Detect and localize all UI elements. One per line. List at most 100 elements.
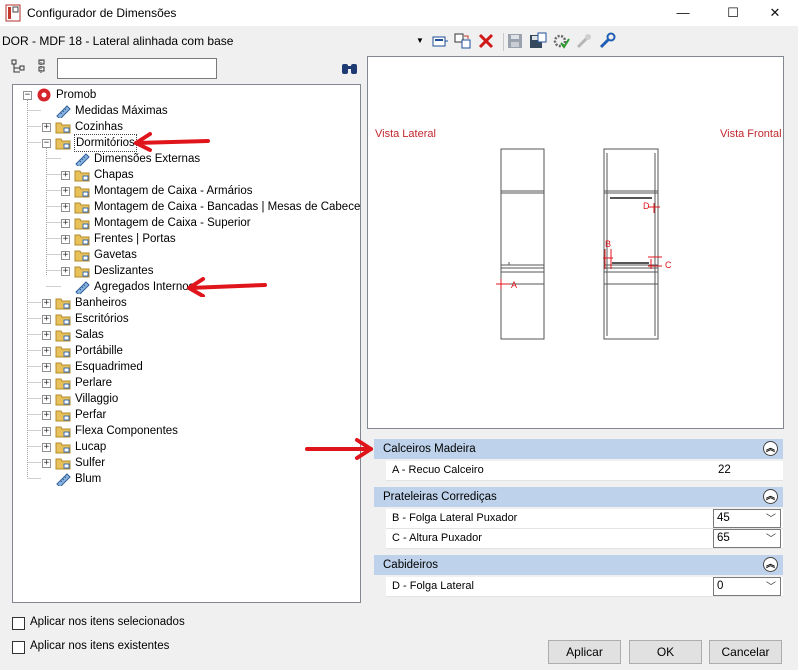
minimize-button[interactable]: — [660, 0, 706, 26]
copy-config-icon[interactable] [454, 32, 472, 50]
cabinet-drawing: A B C D [496, 148, 672, 340]
tree-item-label: Blum [75, 473, 102, 485]
front-view-cabinet [603, 148, 659, 340]
apply-config-icon[interactable] [431, 32, 449, 50]
tree-item-label: Montagem de Caixa - Superior [94, 217, 251, 229]
expand-all-icon[interactable] [11, 59, 25, 73]
chevron-down-icon[interactable]: ﹀ [766, 530, 776, 545]
cancel-button[interactable]: Cancelar [709, 640, 782, 664]
expand-icon[interactable]: + [42, 363, 51, 372]
tree-item-label: Perlare [75, 377, 113, 389]
collapse-all-icon[interactable] [38, 59, 45, 73]
prop-row-folga-lateral-puxador: B - Folga Lateral Puxador 45 ﹀ [386, 509, 783, 529]
expand-icon[interactable]: + [61, 267, 70, 276]
tree-item-label: Cozinhas [75, 121, 123, 133]
tree-item-label: Dormitórios [74, 134, 137, 152]
expand-icon[interactable]: + [42, 379, 51, 388]
tree-item-label: Portábille [75, 345, 123, 357]
tree-item-label: Promob [56, 89, 97, 101]
chevron-down-icon[interactable]: ▼ [416, 31, 424, 51]
annotation-arrow-dormitorios [134, 132, 210, 152]
marker-d: D [643, 201, 650, 211]
tree-item-label: Villaggio [75, 393, 119, 405]
expand-icon[interactable]: + [61, 251, 70, 260]
tree-item-label: Banheiros [75, 297, 127, 309]
expand-icon[interactable]: + [42, 347, 51, 356]
preview-panel: A B C D [367, 56, 784, 429]
collapse-up-icon[interactable]: ︽ [763, 441, 778, 456]
select-value: 45 [717, 512, 730, 524]
chevron-down-icon[interactable]: ﹀ [766, 578, 776, 593]
prop-name: D - Folga Lateral [392, 580, 474, 592]
apply-existing-checkbox[interactable] [12, 641, 25, 654]
save-icon[interactable] [506, 32, 524, 50]
folga-lateral-puxador-select[interactable]: 45 ﹀ [713, 509, 781, 528]
collapse-up-icon[interactable]: ︽ [763, 489, 778, 504]
expand-icon[interactable]: + [42, 427, 51, 436]
expand-icon[interactable]: + [42, 459, 51, 468]
side-view-label: Vista Lateral [375, 128, 436, 140]
collapse-up-icon[interactable]: ︽ [763, 557, 778, 572]
tree-item-label: Gavetas [94, 249, 137, 261]
tree-item-label: Deslizantes [94, 265, 154, 277]
app-icon [5, 4, 21, 22]
tree-item-label: Frentes | Portas [94, 233, 176, 245]
collapse-icon[interactable]: − [42, 139, 51, 148]
group-calceiros-header[interactable]: Calceiros Madeira ︽ [374, 439, 783, 459]
expand-icon[interactable]: + [42, 443, 51, 452]
toolbar-separator [503, 33, 504, 51]
settings-check-icon[interactable] [552, 32, 570, 50]
marker-a: A [511, 280, 517, 290]
front-view-label: Vista Frontal [720, 128, 782, 140]
toolbar: DOR - MDF 18 - Lateral alinhada com base… [0, 28, 798, 54]
prop-row-folga-lateral: D - Folga Lateral 0 ﹀ [386, 577, 783, 597]
chevron-down-icon[interactable]: ﹀ [766, 510, 776, 525]
close-button[interactable]: ✕ [752, 0, 798, 26]
tree-item-label: Esquadrimed [75, 361, 143, 373]
apply-selected-checkbox[interactable] [12, 617, 25, 630]
ok-button[interactable]: OK [629, 640, 702, 664]
binoculars-icon[interactable] [341, 60, 359, 76]
tree-item-label: Montagem de Caixa - Bancadas | Mesas de … [94, 201, 361, 213]
expand-icon[interactable]: + [42, 331, 51, 340]
expand-icon[interactable]: + [61, 171, 70, 180]
expand-icon[interactable]: + [61, 219, 70, 228]
maximize-button[interactable]: ☐ [710, 0, 756, 26]
save-as-icon[interactable] [529, 32, 547, 50]
tree-item-label: Montagem de Caixa - Armários [94, 185, 253, 197]
tree-item-label: Escritórios [75, 313, 129, 325]
category-tree[interactable]: − Promob Medidas Máximas + Cozinhas − Dormitór… [12, 84, 361, 603]
group-calceiros-title: Calceiros Madeira [383, 443, 476, 455]
group-prateleiras-header[interactable]: Prateleiras Corrediças ︽ [374, 487, 783, 507]
configuration-select[interactable]: DOR - MDF 18 - Lateral alinhada com base [2, 31, 428, 51]
collapse-icon[interactable]: − [23, 91, 32, 100]
apply-selected-label: Aplicar nos itens selecionados [30, 616, 185, 628]
tree-item-label: Dimensões Externas [94, 153, 201, 165]
wrench-icon[interactable] [598, 32, 616, 50]
tree-item-label: Medidas Máximas [75, 105, 168, 117]
expand-icon[interactable]: + [42, 411, 51, 420]
expand-icon[interactable]: + [61, 235, 70, 244]
altura-puxador-select[interactable]: 65 ﹀ [713, 529, 781, 548]
folga-lateral-select[interactable]: 0 ﹀ [713, 577, 781, 596]
tree-item-label: Salas [75, 329, 104, 341]
expand-icon[interactable]: + [42, 299, 51, 308]
tool-disabled-icon[interactable] [575, 32, 593, 50]
expand-icon[interactable]: + [42, 395, 51, 404]
delete-icon[interactable] [477, 32, 495, 50]
title-bar: Configurador de Dimensões — ☐ ✕ [0, 0, 798, 26]
prop-name: A - Recuo Calceiro [392, 464, 484, 476]
expand-icon[interactable]: + [61, 203, 70, 212]
expand-icon[interactable]: + [42, 315, 51, 324]
prop-name: C - Altura Puxador [392, 532, 482, 544]
recuo-calceiro-field[interactable]: 22 [718, 464, 731, 476]
group-prateleiras-title: Prateleiras Corrediças [383, 491, 497, 503]
tree-search-input[interactable] [57, 58, 217, 79]
group-cabideiros-header[interactable]: Cabideiros ︽ [374, 555, 783, 575]
select-value: 0 [717, 580, 724, 592]
select-value: 65 [717, 532, 730, 544]
expand-icon[interactable]: + [61, 187, 70, 196]
apply-button[interactable]: Aplicar [548, 640, 621, 664]
expand-icon[interactable]: + [42, 123, 51, 132]
prop-row-recuo-calceiro: A - Recuo Calceiro 22 [386, 461, 783, 481]
